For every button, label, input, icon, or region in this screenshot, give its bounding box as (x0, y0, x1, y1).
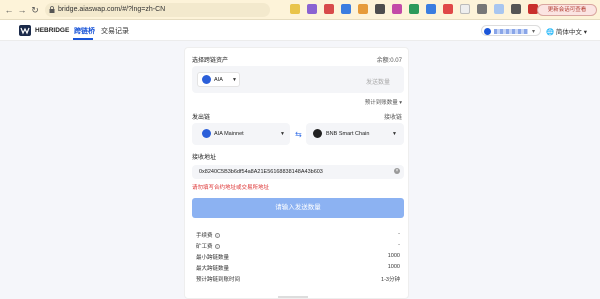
extension-icon[interactable] (511, 4, 521, 14)
update-session-button[interactable]: 更新会话可查看 (537, 4, 597, 16)
detail-max-label: 最大跨链数量 (196, 266, 230, 272)
chevron-down-icon: ▼ (280, 131, 285, 137)
amount-input[interactable]: 发送数量 (366, 77, 390, 86)
bridge-card: 选择跨链资产 余额:0.07 AIA ▼ 发送数量 预计到账数量 ▾ 发出链 接… (184, 47, 409, 299)
chevron-down-icon: ▼ (392, 131, 397, 137)
extension-icon[interactable] (290, 4, 300, 14)
chevron-down-icon: ▾ (583, 29, 587, 36)
aia-coin-icon (202, 129, 211, 138)
tab-bridge[interactable]: 跨链桥 (74, 26, 95, 36)
extension-icons (290, 4, 538, 16)
asset-symbol: AIA (214, 77, 223, 83)
globe-icon: 🌐 (546, 29, 555, 36)
address-warning: 请勿填写合约地址或交易所地址 (192, 185, 270, 191)
from-chain-name: AIA Mainnet (214, 131, 244, 137)
to-chain-box[interactable]: BNB Smart Chain ▼ (306, 123, 404, 145)
back-icon[interactable]: ← (4, 5, 14, 15)
extension-icon[interactable] (426, 4, 436, 14)
receive-address-value: 0x8240C5B3b6df54a8A21E56168838148A43b603 (199, 169, 323, 175)
receive-address-label: 接收地址 (192, 155, 217, 161)
extension-icon[interactable] (392, 4, 402, 14)
address-bar[interactable]: bridge.aiaswap.com/#/?lng=zh-CN (45, 3, 270, 17)
info-icon[interactable]: i (214, 244, 220, 250)
app-header: HEBRIDGE 跨链桥 交易记录 ▾ 🌐 简体中文 ▾ (0, 20, 600, 41)
balance-label: 余额:0.07 (376, 58, 402, 64)
wallet-account-button[interactable]: ▾ (481, 25, 541, 36)
estimated-receive-link[interactable]: 预计到账数量 ▾ (365, 98, 402, 106)
tab-history[interactable]: 交易记录 (101, 26, 129, 36)
from-chain-box[interactable]: AIA Mainnet ▼ (192, 123, 290, 145)
detail-fee-value: - (398, 231, 400, 237)
extension-icon[interactable] (477, 4, 487, 14)
language-selector[interactable]: 🌐 简体中文 ▾ (546, 26, 587, 36)
to-chain-label: 接收链 (383, 115, 402, 121)
extension-icon[interactable] (324, 4, 334, 14)
aia-coin-icon (202, 75, 211, 84)
detail-time-value: 1-3分钟 (381, 277, 400, 283)
extension-icon[interactable] (358, 4, 368, 14)
bnb-coin-icon (313, 129, 322, 138)
swap-chains-icon[interactable]: ⇆ (295, 130, 302, 139)
extension-icon[interactable] (494, 4, 504, 14)
detail-gas-value: - (398, 242, 400, 248)
chevron-down-icon: ▼ (232, 77, 237, 83)
clear-icon[interactable]: × (394, 168, 400, 174)
logo-text: HEBRIDGE (35, 27, 70, 34)
receive-address-input[interactable]: 0x8240C5B3b6df54a8A21E56168838148A43b603… (192, 165, 404, 179)
chevron-down-icon: ▾ (532, 29, 536, 35)
detail-max-value: 1000 (387, 264, 400, 270)
footer-divider (278, 296, 308, 298)
asset-selector[interactable]: AIA ▼ (197, 72, 240, 87)
language-label: 简体中文 (555, 29, 582, 36)
detail-min-label: 最小跨链数量 (196, 255, 230, 261)
extension-icon[interactable] (443, 4, 453, 14)
extension-icon[interactable] (409, 4, 419, 14)
reload-icon[interactable]: ↻ (30, 5, 40, 15)
info-icon[interactable]: i (214, 233, 220, 239)
extension-icon[interactable] (460, 4, 470, 14)
detail-time-label: 预计跨链到账时间 (196, 277, 241, 283)
lock-icon (49, 6, 55, 13)
amount-box: AIA ▼ 发送数量 (192, 66, 404, 93)
extension-icon[interactable] (307, 4, 317, 14)
active-tab-indicator (73, 38, 93, 40)
detail-fee-label: 手续费 i (196, 231, 220, 239)
detail-min-value: 1000 (387, 253, 400, 259)
submit-button[interactable]: 请输入发送数量 (192, 198, 404, 218)
wallet-icon (484, 28, 491, 35)
url-text: bridge.aiaswap.com/#/?lng=zh-CN (58, 6, 166, 13)
detail-gas-label: 矿工费 i (196, 242, 220, 250)
extension-icon[interactable] (341, 4, 351, 14)
to-chain-name: BNB Smart Chain (326, 131, 370, 137)
hebridge-logo-icon (19, 25, 31, 36)
from-chain-label: 发出链 (192, 115, 211, 121)
browser-toolbar: ← → ↻ bridge.aiaswap.com/#/?lng=zh-CN 更新… (0, 0, 600, 20)
wallet-address-masked (494, 29, 528, 34)
extension-icon[interactable] (375, 4, 385, 14)
forward-icon[interactable]: → (17, 5, 27, 15)
asset-label: 选择跨链资产 (192, 58, 229, 64)
